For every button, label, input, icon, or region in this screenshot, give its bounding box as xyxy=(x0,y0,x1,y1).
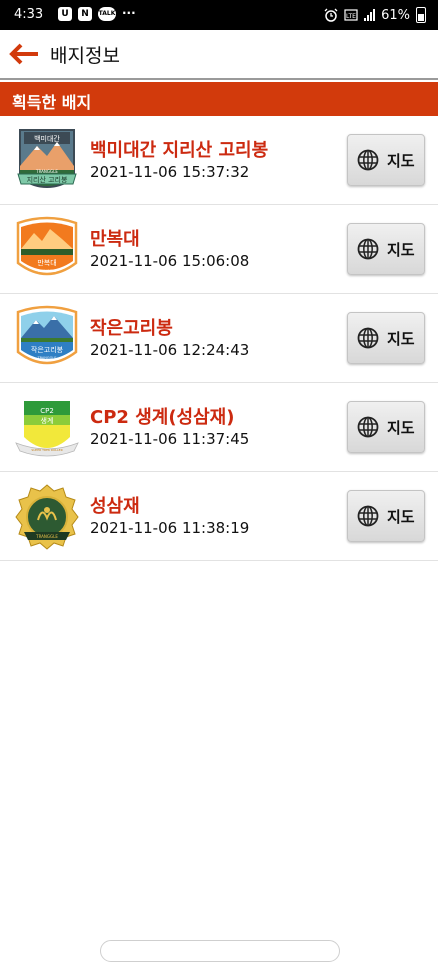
naver-icon: N xyxy=(78,7,92,21)
navigation-handle[interactable] xyxy=(100,940,340,962)
svg-text:LTE: LTE xyxy=(346,13,356,20)
globe-icon xyxy=(357,505,379,527)
map-button[interactable]: 지도 xyxy=(347,134,425,186)
lte-icon: LTE xyxy=(344,9,358,21)
kakaotalk-icon: TALK xyxy=(98,7,116,21)
map-button-label: 지도 xyxy=(387,152,415,170)
badge-row[interactable]: 작은고리봉 TRANGGLE 작은고리봉 2021-11-06 12:24:43… xyxy=(0,294,438,383)
map-button-label: 지도 xyxy=(387,508,415,526)
badge-brand-text: TRANGGLE xyxy=(36,269,56,273)
badge-row[interactable]: TRANGGLE 성삼재 2021-11-06 11:38:19 지도 xyxy=(0,472,438,561)
badge-brand-text: TRANGGLE xyxy=(35,169,58,174)
badge-jageungoribong-icon: 작은고리봉 TRANGGLE xyxy=(16,305,78,365)
app-bar: 배지정보 xyxy=(0,30,438,80)
globe-icon xyxy=(357,327,379,349)
battery-icon xyxy=(416,7,426,23)
badge-date: 2021-11-06 11:37:45 xyxy=(90,430,250,448)
arrow-left-icon[interactable] xyxy=(8,40,40,68)
status-bar: 4:33 U N TALK ··· LTE 61% xyxy=(0,0,438,30)
map-button[interactable]: 지도 xyxy=(347,312,425,364)
alarm-icon xyxy=(324,8,338,22)
badge-row[interactable]: CP2 생계 SUPER TREK ROLLER CP2 생계(성삼재) 202… xyxy=(0,383,438,472)
badge-list: 백미대간 지리산 고리봉 TRANGGLE 백미대간 지리산 고리봉 2021-… xyxy=(0,116,438,561)
badge-baekdudaegan-icon: 백미대간 지리산 고리봉 TRANGGLE xyxy=(17,129,77,188)
badge-name: 성삼재 xyxy=(90,496,140,517)
badge-brand-text: TRANGGLE xyxy=(36,356,56,360)
more-notifications-icon: ··· xyxy=(122,6,136,20)
badge-row[interactable]: 백미대간 지리산 고리봉 TRANGGLE 백미대간 지리산 고리봉 2021-… xyxy=(0,116,438,205)
badge-date: 2021-11-06 15:06:08 xyxy=(90,252,250,270)
globe-icon xyxy=(357,238,379,260)
badge-cp2-icon: CP2 생계 SUPER TREK ROLLER xyxy=(15,401,79,457)
section-header: 획득한 배지 xyxy=(0,82,438,116)
signal-icon xyxy=(364,9,376,21)
badge-seongsamjae-icon: TRANGGLE xyxy=(15,484,79,550)
badge-top-text: 백미대간 xyxy=(34,134,60,143)
badge-brand-text: SUPER TREK ROLLER xyxy=(31,448,62,452)
badge-bottom-text: 지리산 고리봉 xyxy=(27,175,68,184)
badge-name: 만복대 xyxy=(90,229,140,250)
badge-date: 2021-11-06 15:37:32 xyxy=(90,163,250,181)
badge-date: 2021-11-06 11:38:19 xyxy=(90,519,250,537)
badge-top-text: CP2 xyxy=(40,407,54,415)
page-title: 배지정보 xyxy=(50,45,120,67)
badge-name: 백미대간 지리산 고리봉 xyxy=(90,140,269,161)
u-app-icon: U xyxy=(58,7,72,21)
map-button-label: 지도 xyxy=(387,419,415,437)
badge-name: CP2 생계(성삼재) xyxy=(90,407,235,428)
status-time: 4:33 xyxy=(14,7,44,22)
badge-top-text: 작은고리봉 xyxy=(31,345,64,354)
badge-manbokdae-icon: 만복대 TRANGGLE xyxy=(16,216,78,276)
status-right: LTE 61% xyxy=(324,7,426,23)
section-title: 획득한 배지 xyxy=(12,93,92,112)
badge-brand-text: TRANGGLE xyxy=(35,534,58,539)
globe-icon xyxy=(357,416,379,438)
map-button-label: 지도 xyxy=(387,330,415,348)
map-button[interactable]: 지도 xyxy=(347,490,425,542)
battery-percent: 61% xyxy=(381,7,410,23)
map-button-label: 지도 xyxy=(387,241,415,259)
map-button[interactable]: 지도 xyxy=(347,223,425,275)
badge-date: 2021-11-06 12:24:43 xyxy=(90,341,250,359)
badge-row[interactable]: 만복대 TRANGGLE 만복대 2021-11-06 15:06:08 지도 xyxy=(0,205,438,294)
badge-bottom-text: 생계 xyxy=(41,416,54,425)
map-button[interactable]: 지도 xyxy=(347,401,425,453)
globe-icon xyxy=(357,149,379,171)
badge-top-text: 만복대 xyxy=(37,258,56,267)
badge-name: 작은고리봉 xyxy=(90,318,173,339)
notification-icons: U N TALK ··· xyxy=(58,7,136,21)
